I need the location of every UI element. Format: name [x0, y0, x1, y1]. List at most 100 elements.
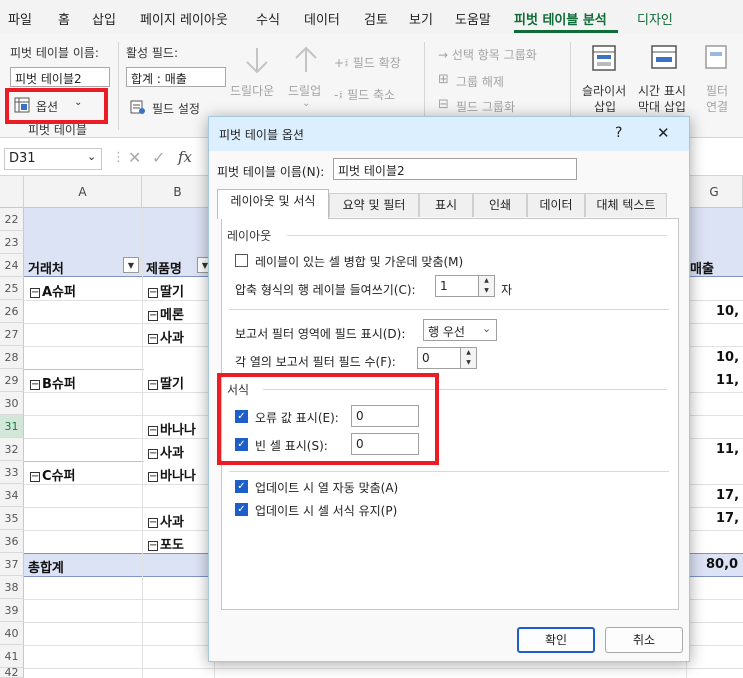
expand-field-button[interactable]: +፤ 필드 확장	[334, 54, 401, 71]
insert-slicer-button[interactable]: 슬라이서 삽입	[578, 42, 632, 122]
row-number-selected[interactable]: 31	[0, 415, 24, 438]
sales-cell[interactable]: 10,	[716, 304, 739, 319]
sales-cell[interactable]: 11,	[716, 442, 739, 457]
tab-alt-text[interactable]: 대체 텍스트	[585, 193, 667, 217]
column-header-b[interactable]: B	[142, 176, 214, 208]
collapse-icon[interactable]: −	[30, 379, 40, 390]
tab-view[interactable]: 보기	[409, 9, 433, 28]
tab-insert[interactable]: 삽입	[92, 9, 116, 28]
collapse-icon[interactable]: −	[148, 471, 158, 482]
ok-button[interactable]: 확인	[517, 627, 595, 653]
help-icon[interactable]: ?	[615, 125, 622, 141]
close-icon[interactable]: ✕	[657, 124, 670, 142]
row-number[interactable]: 37	[0, 553, 24, 576]
sales-cell[interactable]: 10,	[716, 350, 739, 365]
tab-help[interactable]: 도움말	[455, 9, 491, 28]
product-cell[interactable]: − 사과	[148, 511, 184, 530]
tab-layout-format[interactable]: 레이아웃 및 서식	[217, 189, 329, 219]
row-number[interactable]: 36	[0, 530, 24, 553]
collapse-icon[interactable]: −	[148, 379, 158, 390]
row-number[interactable]: 39	[0, 599, 24, 622]
product-cell[interactable]: − 메론	[148, 304, 184, 323]
column-header-a[interactable]: A	[24, 176, 142, 208]
collapse-field-button[interactable]: -፤ 필드 축소	[334, 86, 395, 103]
row-number[interactable]: 32	[0, 438, 24, 461]
dialog-title-bar[interactable]: 피벗 테이블 옵션 ? ✕	[209, 117, 689, 151]
tab-file[interactable]: 파일	[8, 9, 32, 28]
insert-timeline-button[interactable]: 시간 표시 막대 삽입	[636, 42, 692, 122]
filter-fields-input[interactable]: 0	[417, 347, 461, 369]
row-number[interactable]: 41	[0, 645, 24, 668]
drill-down-button[interactable]: 드릴다운	[230, 82, 274, 99]
client-cell[interactable]: − A슈퍼	[30, 281, 76, 300]
collapse-icon[interactable]: −	[148, 333, 158, 344]
indent-spinner[interactable]: ▲ ▼	[479, 275, 495, 297]
grand-total-value[interactable]: 80,0	[706, 557, 738, 572]
product-cell[interactable]: − 포도	[148, 534, 184, 553]
tab-formulas[interactable]: 수식	[256, 9, 280, 28]
collapse-icon[interactable]: −	[148, 287, 158, 298]
client-cell[interactable]: − B슈퍼	[30, 373, 76, 392]
tab-review[interactable]: 검토	[364, 9, 388, 28]
collapse-icon[interactable]: −	[148, 540, 158, 551]
tab-pivot-analyze[interactable]: 피벗 테이블 분석	[514, 9, 607, 28]
row-number[interactable]: 42	[0, 667, 24, 678]
filter-dropdown-client[interactable]: ▼	[123, 257, 139, 273]
cancel-icon[interactable]: ✕	[128, 148, 141, 167]
row-number[interactable]: 25	[0, 277, 24, 300]
row-number[interactable]: 30	[0, 392, 24, 415]
tab-data[interactable]: 데이터	[527, 193, 585, 217]
row-number[interactable]: 38	[0, 576, 24, 599]
collapse-icon[interactable]: −	[30, 471, 40, 482]
merge-checkbox[interactable]	[235, 254, 248, 267]
product-cell[interactable]: − 바나나	[148, 419, 196, 438]
sales-cell[interactable]: 11,	[716, 373, 739, 388]
confirm-icon[interactable]: ✓	[152, 148, 165, 167]
active-field-input[interactable]: 합계 : 매출	[126, 67, 226, 87]
row-number[interactable]: 34	[0, 484, 24, 507]
sales-cell[interactable]: 17,	[716, 488, 739, 503]
column-header-g[interactable]: G	[686, 176, 743, 208]
product-cell[interactable]: − 사과	[148, 327, 184, 346]
product-cell[interactable]: − 딸기	[148, 373, 184, 392]
row-number[interactable]: 33	[0, 461, 24, 484]
row-number[interactable]: 27	[0, 323, 24, 346]
tab-design[interactable]: 디자인	[637, 9, 673, 28]
pivot-name-input[interactable]: 피벗 테이블2	[10, 67, 110, 87]
tab-totals-filters[interactable]: 요약 및 필터	[329, 193, 419, 217]
autofit-checkbox[interactable]: ✓	[235, 480, 248, 493]
collapse-icon[interactable]: −	[148, 425, 158, 436]
row-number[interactable]: 40	[0, 622, 24, 645]
filter-connections-button[interactable]: 필터 연결	[698, 42, 743, 122]
product-cell[interactable]: − 바나나	[148, 465, 196, 484]
row-number[interactable]: 28	[0, 346, 24, 369]
indent-input[interactable]: 1	[435, 275, 479, 297]
tab-page-layout[interactable]: 페이지 레이아웃	[140, 9, 228, 28]
group-field-button[interactable]: 필드 그룹화	[456, 98, 515, 115]
collapse-icon[interactable]: −	[148, 310, 158, 321]
collapse-icon[interactable]: −	[30, 287, 40, 298]
drill-up-button[interactable]: 드릴업	[288, 82, 321, 99]
group-selection-button[interactable]: → 선택 항목 그룹화	[438, 46, 537, 63]
cancel-button[interactable]: 취소	[605, 627, 683, 653]
row-number[interactable]: 35	[0, 507, 24, 530]
name-box[interactable]: D31 ⌄	[4, 148, 102, 170]
tab-data[interactable]: 데이터	[304, 9, 340, 28]
report-filter-select[interactable]: 행 우선 ⌄	[423, 319, 497, 341]
row-number[interactable]: 24	[0, 254, 24, 277]
ungroup-button[interactable]: 그룹 해제	[456, 73, 504, 90]
row-number[interactable]: 23	[0, 231, 24, 254]
preserve-format-checkbox[interactable]: ✓	[235, 503, 248, 516]
product-cell[interactable]: − 사과	[148, 442, 184, 461]
tab-home[interactable]: 홈	[58, 9, 70, 28]
field-settings-button[interactable]: 필드 설정	[130, 97, 230, 117]
row-number[interactable]: 26	[0, 300, 24, 323]
row-number[interactable]: 22	[0, 208, 24, 231]
tab-printing[interactable]: 인쇄	[473, 193, 527, 217]
client-cell[interactable]: − C슈퍼	[30, 465, 75, 484]
row-number[interactable]: 29	[0, 369, 24, 392]
tab-display[interactable]: 표시	[419, 193, 473, 217]
select-all-corner[interactable]	[0, 176, 24, 208]
product-cell[interactable]: − 딸기	[148, 281, 184, 300]
collapse-icon[interactable]: −	[148, 448, 158, 459]
